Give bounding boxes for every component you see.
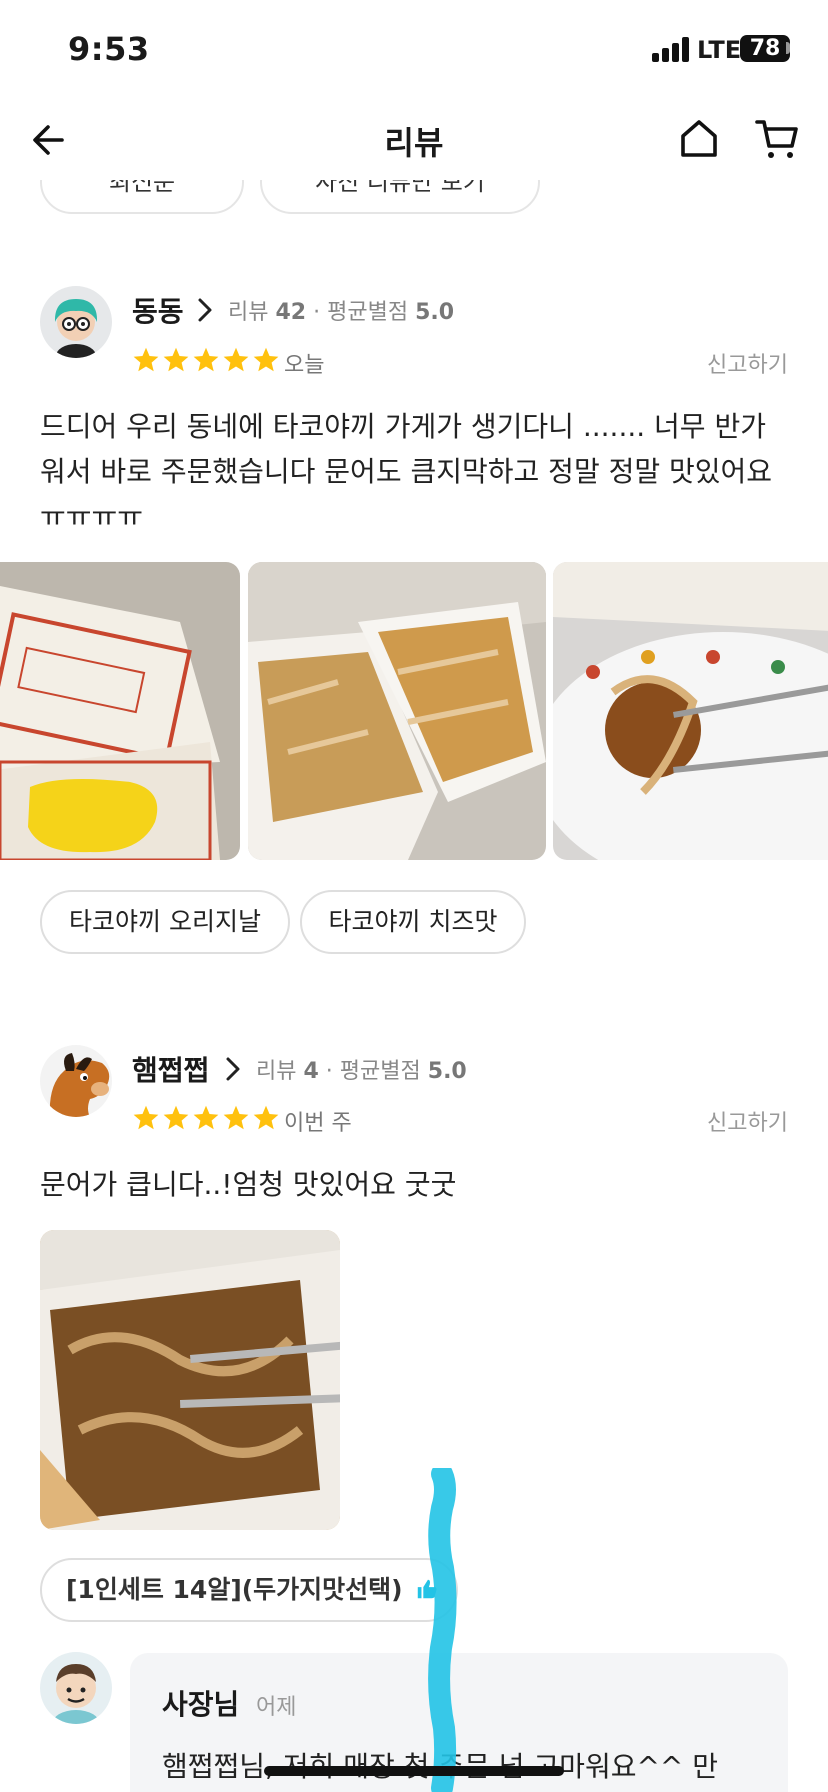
- chevron-right-icon: [198, 298, 212, 322]
- average-rating-label: 평균별점: [339, 1059, 421, 1084]
- review-text: 드디어 우리 동네에 타코야끼 가게가 생기다니 ....... 너무 반가워서…: [40, 410, 773, 533]
- home-button[interactable]: [676, 116, 722, 162]
- network-label: LTE: [697, 36, 742, 64]
- star-icon: [193, 1105, 219, 1130]
- star-rating: [132, 1104, 282, 1134]
- review-photo[interactable]: [0, 562, 240, 860]
- home-indicator: [264, 1766, 564, 1776]
- thumbs-up-icon: [418, 1579, 437, 1599]
- menu-tag-label: [1인세트 14알](두가지맛선택): [66, 1575, 403, 1604]
- average-rating: 5.0: [427, 1059, 467, 1084]
- owner-avatar: [40, 1652, 112, 1724]
- cart-button[interactable]: [754, 116, 800, 162]
- star-icon: [223, 1105, 249, 1130]
- home-icon: [681, 120, 717, 157]
- meta-dot: ·: [325, 1059, 333, 1084]
- photo-review-filter-chip[interactable]: 사진 리뷰만 보기: [260, 180, 540, 214]
- average-rating-label: 평균별점: [327, 300, 409, 325]
- avatar[interactable]: [40, 286, 112, 358]
- battery-cap: [786, 42, 790, 54]
- owner-reply-date: 어제: [256, 1695, 297, 1720]
- review-count-label: 리뷰: [256, 1059, 297, 1084]
- meta-dot: ·: [313, 300, 321, 325]
- review-date: 오늘: [284, 353, 325, 378]
- battery-icon: 78: [740, 35, 790, 62]
- star-icon: [133, 1105, 159, 1130]
- reviewer-meta: 리뷰 4 · 평균별점 5.0: [256, 1053, 467, 1085]
- review-text: 문어가 큽니다..!엄청 맛있어요 굿굿: [40, 1168, 457, 1201]
- app-header: 리뷰: [0, 100, 828, 180]
- signal-icon: [652, 36, 692, 62]
- review-count-label: 리뷰: [228, 300, 269, 325]
- star-icon: [163, 347, 189, 372]
- reviewer-name[interactable]: 동동: [132, 290, 184, 330]
- chevron-right-icon: [226, 1057, 240, 1081]
- star-rating: [132, 346, 282, 376]
- star-icon: [223, 347, 249, 372]
- star-icon: [133, 347, 159, 372]
- reviewer-meta: 리뷰 42 · 평균별점 5.0: [228, 294, 454, 326]
- review-photo[interactable]: [248, 562, 546, 860]
- report-link[interactable]: 신고하기: [707, 347, 788, 379]
- status-bar: 9:53 LTE 78: [0, 0, 828, 100]
- star-icon: [253, 347, 279, 372]
- owner-reply-text: 햄쩝쩝님, 저희 매장 첫 주문 넘 고마워요^^ 만: [162, 1750, 719, 1783]
- average-rating: 5.0: [415, 300, 455, 325]
- owner-name: 사장님: [162, 1688, 240, 1721]
- star-icon: [253, 1105, 279, 1130]
- avatar[interactable]: [40, 1045, 112, 1117]
- menu-tag-chip[interactable]: 타코야끼 치즈맛: [300, 890, 526, 954]
- review-count: 42: [275, 300, 307, 325]
- report-link[interactable]: 신고하기: [707, 1105, 788, 1137]
- star-icon: [163, 1105, 189, 1130]
- cart-icon: [755, 120, 798, 158]
- menu-tag-chip[interactable]: 타코야끼 오리지날: [40, 890, 290, 954]
- menu-tag-chip[interactable]: [1인세트 14알](두가지맛선택): [40, 1558, 458, 1622]
- reviewer-name[interactable]: 햄쩝쩝: [132, 1049, 209, 1089]
- filter-row: 최신순 사진 리뷰만 보기: [0, 180, 828, 216]
- star-icon: [193, 347, 219, 372]
- review-date: 이번 주: [284, 1111, 352, 1136]
- review-photo[interactable]: [40, 1230, 340, 1530]
- status-time: 9:53: [68, 30, 150, 68]
- review-count: 4: [303, 1059, 319, 1084]
- review-photo[interactable]: [553, 562, 828, 860]
- sort-chip[interactable]: 최신순: [40, 180, 244, 214]
